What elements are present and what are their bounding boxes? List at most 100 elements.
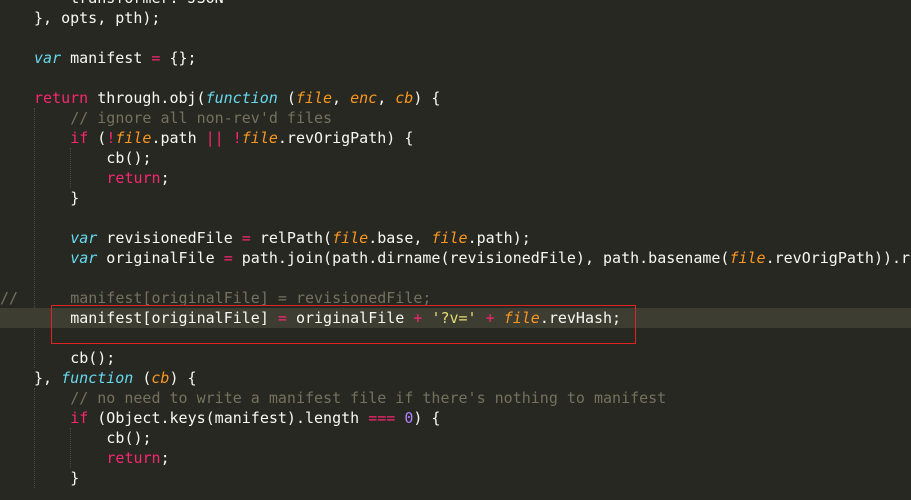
code-line[interactable]: cb(); — [0, 148, 911, 168]
code-token: ( — [277, 89, 296, 107]
code-line[interactable]: if (!file.path || !file.revOrigPath) { — [0, 128, 911, 148]
code-line-text: // ignore all non-rev'd files — [70, 108, 332, 128]
code-token: {}; — [160, 49, 197, 67]
code-token: return — [34, 89, 89, 107]
code-token: if — [70, 409, 89, 427]
code-line-text: cb(); — [106, 428, 151, 448]
code-token: ! — [106, 129, 116, 147]
code-token: }, — [34, 369, 62, 387]
code-line-text: }, opts, pth); — [34, 8, 160, 28]
code-token: = — [223, 249, 233, 267]
code-token: originalFile — [97, 249, 224, 267]
code-token: return — [106, 449, 161, 467]
code-line-text: return; — [106, 168, 169, 188]
code-line-text: var manifest = {}; — [34, 48, 197, 68]
code-token: , — [332, 89, 351, 107]
code-token: var — [70, 249, 98, 267]
code-token: file — [241, 129, 278, 147]
code-token: cb(); — [106, 429, 152, 447]
code-token: ; — [160, 449, 170, 467]
code-token: cb — [395, 89, 414, 107]
code-token: revisionedFile — [97, 229, 242, 247]
code-token: if — [70, 129, 89, 147]
code-line-text: }, function (cb) { — [34, 368, 197, 388]
code-line[interactable]: // no need to write a manifest file if t… — [0, 388, 911, 408]
code-token: .path); — [467, 229, 531, 247]
code-line-text: if (!file.path || !file.revOrigPath) { — [70, 128, 413, 148]
code-token: transformer: JSON — [70, 0, 224, 7]
code-line-text: var revisionedFile = relPath(file.base, … — [70, 228, 531, 248]
code-token: .revOrigPath) { — [277, 129, 414, 147]
code-line-text: transformer: JSON — [70, 0, 224, 8]
code-line[interactable] — [0, 208, 911, 228]
code-token: .revOrigPath)).re — [765, 249, 911, 267]
code-line[interactable]: return through.obj(function (file, enc, … — [0, 88, 911, 108]
code-token: function — [205, 89, 278, 107]
code-token: file — [295, 89, 333, 107]
code-line-text: // no need to write a manifest file if t… — [70, 388, 666, 408]
code-token: return — [106, 169, 161, 187]
line-comment-marker: // — [0, 289, 19, 307]
code-line[interactable]: var manifest = {}; — [0, 48, 911, 68]
code-token: || — [205, 129, 224, 147]
code-token: } — [70, 189, 80, 207]
code-line[interactable] — [0, 28, 911, 48]
code-line[interactable]: return; — [0, 168, 911, 188]
code-token: file — [115, 129, 152, 147]
code-token: }, opts, pth); — [34, 9, 161, 27]
code-line[interactable]: var revisionedFile = relPath(file.base, … — [0, 228, 911, 248]
code-token: ) { — [413, 409, 441, 427]
code-line[interactable]: // ignore all non-rev'd files — [0, 108, 911, 128]
code-line-text: } — [70, 468, 79, 488]
code-token: ; — [160, 169, 170, 187]
code-line[interactable] — [0, 268, 911, 288]
code-token: ! — [232, 129, 242, 147]
code-line[interactable]: var originalFile = path.join(path.dirnam… — [0, 248, 911, 268]
code-line-text: cb(); — [70, 348, 115, 368]
code-token: (Object.keys(manifest).length — [88, 409, 369, 427]
code-line-text: cb(); — [106, 148, 151, 168]
code-token: cb(); — [106, 149, 152, 167]
code-token: ( — [88, 129, 107, 147]
code-line[interactable]: } — [0, 188, 911, 208]
code-token: .path — [151, 129, 206, 147]
code-token: function — [61, 369, 134, 387]
code-line[interactable]: return; — [0, 448, 911, 468]
code-token: === — [368, 409, 396, 427]
code-line[interactable]: }, function (cb) { — [0, 368, 911, 388]
code-token: , — [377, 89, 396, 107]
code-token: manifest — [61, 49, 152, 67]
highlight-annotation-box — [51, 305, 636, 344]
code-line[interactable]: if (Object.keys(manifest).length === 0) … — [0, 408, 911, 428]
code-line[interactable]: }, opts, pth); — [0, 8, 911, 28]
code-token: relPath( — [250, 229, 333, 247]
code-token: ) { — [413, 89, 441, 107]
code-token: cb(); — [70, 349, 116, 367]
code-line[interactable]: transformer: JSON — [0, 0, 911, 8]
code-token: file — [332, 229, 369, 247]
code-line[interactable] — [0, 68, 911, 88]
code-token: // ignore all non-rev'd files — [70, 109, 333, 127]
code-token: ( — [133, 369, 152, 387]
code-line-text: var originalFile = path.join(path.dirnam… — [70, 248, 911, 268]
code-line[interactable]: cb(); — [0, 348, 911, 368]
code-editor[interactable]: transformer: JSON }, opts, pth); var manif… — [0, 0, 911, 500]
code-token: } — [70, 469, 80, 487]
code-token: file — [729, 249, 766, 267]
code-line[interactable]: } — [0, 468, 911, 488]
code-token: through.obj( — [88, 89, 206, 107]
code-line-text: if (Object.keys(manifest).length === 0) … — [70, 408, 440, 428]
code-token: = — [241, 229, 251, 247]
code-line-text: return; — [106, 448, 169, 468]
code-token: var — [34, 49, 62, 67]
code-token: file — [431, 229, 468, 247]
code-token: // no need to write a manifest file if t… — [70, 389, 667, 407]
code-token: enc — [350, 89, 378, 107]
code-line[interactable]: cb(); — [0, 428, 911, 448]
code-token: cb — [151, 369, 170, 387]
code-token: var — [70, 229, 98, 247]
code-token: .base, — [368, 229, 432, 247]
code-line-text: } — [70, 188, 79, 208]
